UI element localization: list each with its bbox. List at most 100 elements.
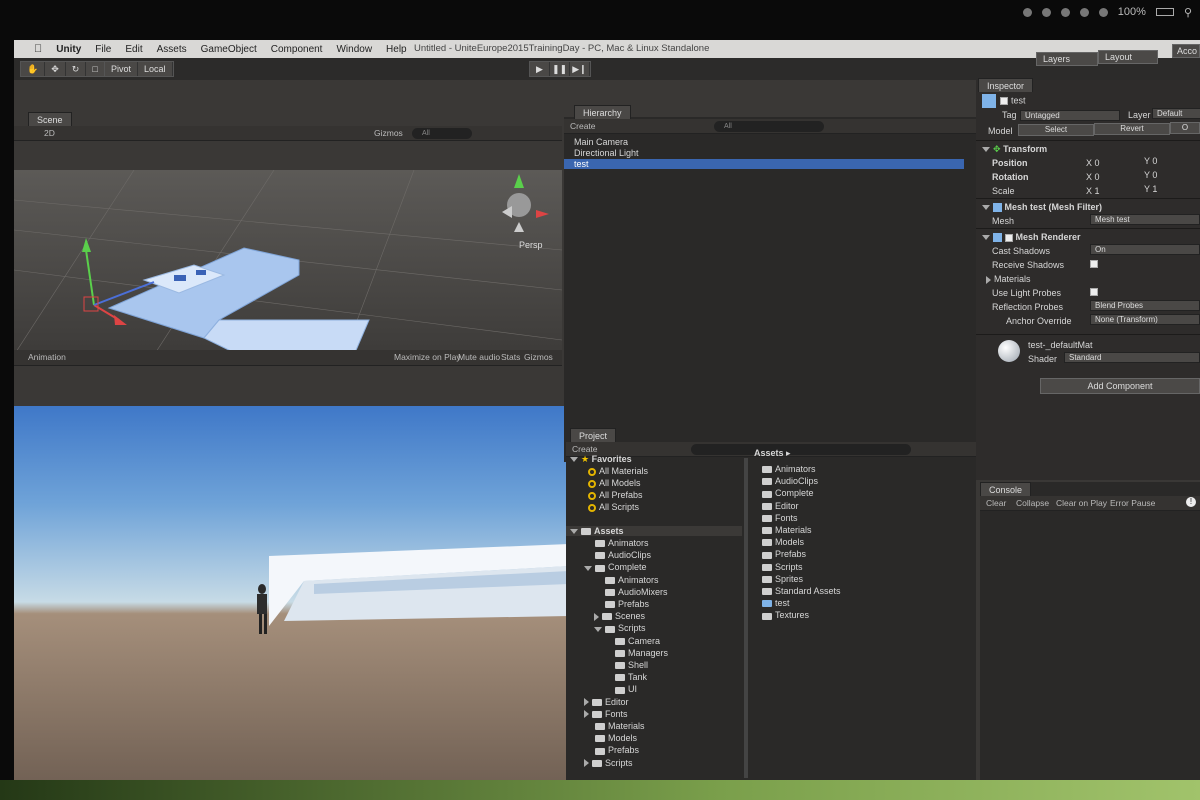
menu-file[interactable]: File — [95, 44, 111, 55]
scale-tool-icon[interactable]: □ — [86, 62, 105, 76]
scale-y[interactable]: Y 1 — [1144, 184, 1157, 194]
volume-icon[interactable] — [1098, 7, 1108, 17]
use-light-probes-checkbox[interactable] — [1090, 286, 1101, 296]
project-tree-item[interactable]: Scripts — [584, 758, 633, 768]
select-button[interactable]: Select — [1018, 124, 1094, 136]
search-icon[interactable]: ⚲ — [1184, 6, 1192, 19]
project-tree-item[interactable]: Scenes — [594, 611, 645, 621]
mesh-renderer-header[interactable]: Mesh Renderer — [982, 232, 1081, 243]
project-tree-item[interactable]: AudioClips — [584, 550, 651, 560]
favorite-item[interactable]: All Scripts — [588, 502, 639, 512]
menu-window[interactable]: Window — [336, 44, 372, 55]
project-tree-item[interactable]: Animators — [584, 538, 649, 548]
asset-list-item[interactable]: Fonts — [762, 513, 798, 523]
rotation-x[interactable]: X 0 — [1086, 172, 1100, 182]
project-tree-item[interactable]: Tank — [604, 672, 647, 682]
hand-tool-icon[interactable]: ✋ — [21, 62, 46, 76]
project-tree-item[interactable]: Scripts — [594, 623, 646, 633]
shader-dropdown[interactable]: Standard — [1064, 352, 1200, 363]
layer-dropdown[interactable]: Default — [1152, 108, 1200, 119]
tab-project[interactable]: Project — [570, 428, 617, 442]
console-error-pause-button[interactable]: Error Pause — [1110, 496, 1155, 510]
expand-icon[interactable] — [594, 626, 602, 632]
asset-list-item[interactable]: AudioClips — [762, 476, 818, 486]
project-tree-item[interactable]: Prefabs — [584, 745, 639, 755]
project-tree-item[interactable]: Managers — [604, 648, 668, 658]
step-icon[interactable]: ▶❙ — [570, 62, 590, 76]
position-x[interactable]: X 0 — [1086, 158, 1100, 168]
scale-x[interactable]: X 1 — [1086, 186, 1100, 196]
expand-icon[interactable] — [570, 457, 578, 463]
status-icon[interactable] — [1041, 7, 1051, 17]
pivot-button[interactable]: Pivot — [105, 62, 139, 76]
game-view[interactable] — [14, 406, 569, 798]
assets-breadcrumb[interactable]: Assets ▸ — [754, 448, 791, 459]
rotation-y[interactable]: Y 0 — [1144, 170, 1157, 180]
tab-inspector[interactable]: Inspector — [978, 78, 1034, 92]
hierarchy-search-input[interactable]: All — [714, 121, 824, 132]
project-tree-item[interactable]: Fonts — [584, 709, 628, 719]
layers-dropdown[interactable]: Layers — [1036, 52, 1098, 66]
cast-shadows-dropdown[interactable]: On — [1090, 244, 1200, 255]
collapsed-icon[interactable] — [584, 698, 589, 707]
position-y[interactable]: Y 0 — [1144, 156, 1157, 166]
play-icon[interactable]: ▶ — [530, 62, 550, 76]
local-button[interactable]: Local — [138, 62, 173, 76]
favorites-header[interactable]: ★ Favorites — [570, 454, 632, 465]
x-axis-arrow-icon[interactable] — [114, 315, 127, 325]
asset-list-item[interactable]: Complete — [762, 488, 814, 498]
asset-list-item[interactable]: Scripts — [762, 562, 803, 572]
revert-button[interactable]: Revert — [1094, 123, 1170, 135]
status-icon[interactable] — [1022, 7, 1032, 17]
project-tree-item[interactable]: Prefabs — [594, 599, 649, 609]
console-collapse-button[interactable]: Collapse — [1016, 496, 1049, 510]
persp-label[interactable]: Persp — [519, 240, 543, 250]
menu-assets[interactable]: Assets — [157, 44, 187, 55]
scene-view[interactable]: Persp — [14, 170, 562, 355]
asset-list-item[interactable]: Textures — [762, 610, 809, 620]
asset-list-item[interactable]: Sprites — [762, 574, 803, 584]
receive-shadows-checkbox[interactable] — [1090, 258, 1101, 268]
project-tree-item[interactable]: Shell — [604, 660, 648, 670]
checkbox[interactable] — [1090, 287, 1098, 296]
hierarchy-item[interactable]: Directional Light — [574, 148, 639, 158]
project-tree-item[interactable]: UI — [604, 684, 637, 694]
scene-search-input[interactable]: All — [412, 128, 472, 139]
project-tree-item[interactable]: Complete — [584, 562, 647, 572]
mesh-field[interactable]: Mesh test — [1090, 214, 1200, 225]
pause-icon[interactable]: ❚❚ — [550, 62, 570, 76]
hierarchy-item-selected[interactable]: test — [564, 159, 964, 169]
asset-list-item[interactable]: Animators — [762, 464, 816, 474]
project-tree-item[interactable]: Animators — [594, 575, 659, 585]
checkbox[interactable] — [1090, 259, 1098, 268]
account-dropdown[interactable]: Acco — [1172, 44, 1200, 58]
y-axis-arrow-icon[interactable] — [82, 238, 91, 252]
transform-header[interactable]: ✥ Transform — [982, 144, 1047, 155]
console-clear-on-play-button[interactable]: Clear on Play — [1056, 496, 1107, 510]
project-search-input[interactable] — [691, 444, 911, 455]
move-tool-icon[interactable]: ✥ — [45, 62, 66, 76]
asset-list-item[interactable]: Standard Assets — [762, 586, 841, 596]
hierarchy-create-button[interactable]: Create — [570, 119, 596, 133]
stats-toggle[interactable]: Stats — [501, 350, 520, 364]
asset-list-item[interactable]: Models — [762, 537, 804, 547]
expand-icon[interactable] — [982, 147, 990, 153]
maximize-on-play-toggle[interactable]: Maximize on Play — [394, 350, 461, 364]
hierarchy-item[interactable]: Main Camera — [574, 137, 628, 147]
battery-icon[interactable] — [1155, 8, 1174, 16]
info-icon[interactable]: ! — [1186, 497, 1196, 507]
layout-dropdown[interactable]: Layout — [1098, 50, 1158, 64]
asset-list-item[interactable]: Editor — [762, 501, 799, 511]
apple-icon[interactable]:  — [34, 43, 42, 55]
menu-gameobject[interactable]: GameObject — [201, 44, 257, 55]
tab-animation[interactable]: Animation — [28, 350, 66, 364]
mute-audio-toggle[interactable]: Mute audio — [458, 350, 500, 364]
orientation-gizmo-icon[interactable] — [502, 174, 549, 232]
project-tree-item[interactable]: AudioMixers — [594, 587, 668, 597]
open-button[interactable]: O — [1170, 122, 1200, 134]
asset-list-item[interactable]: Materials — [762, 525, 812, 535]
level-mesh[interactable] — [107, 247, 370, 355]
reflection-probes-dropdown[interactable]: Blend Probes — [1090, 300, 1200, 311]
anchor-override-field[interactable]: None (Transform) — [1090, 314, 1200, 325]
menu-help[interactable]: Help — [386, 44, 407, 55]
